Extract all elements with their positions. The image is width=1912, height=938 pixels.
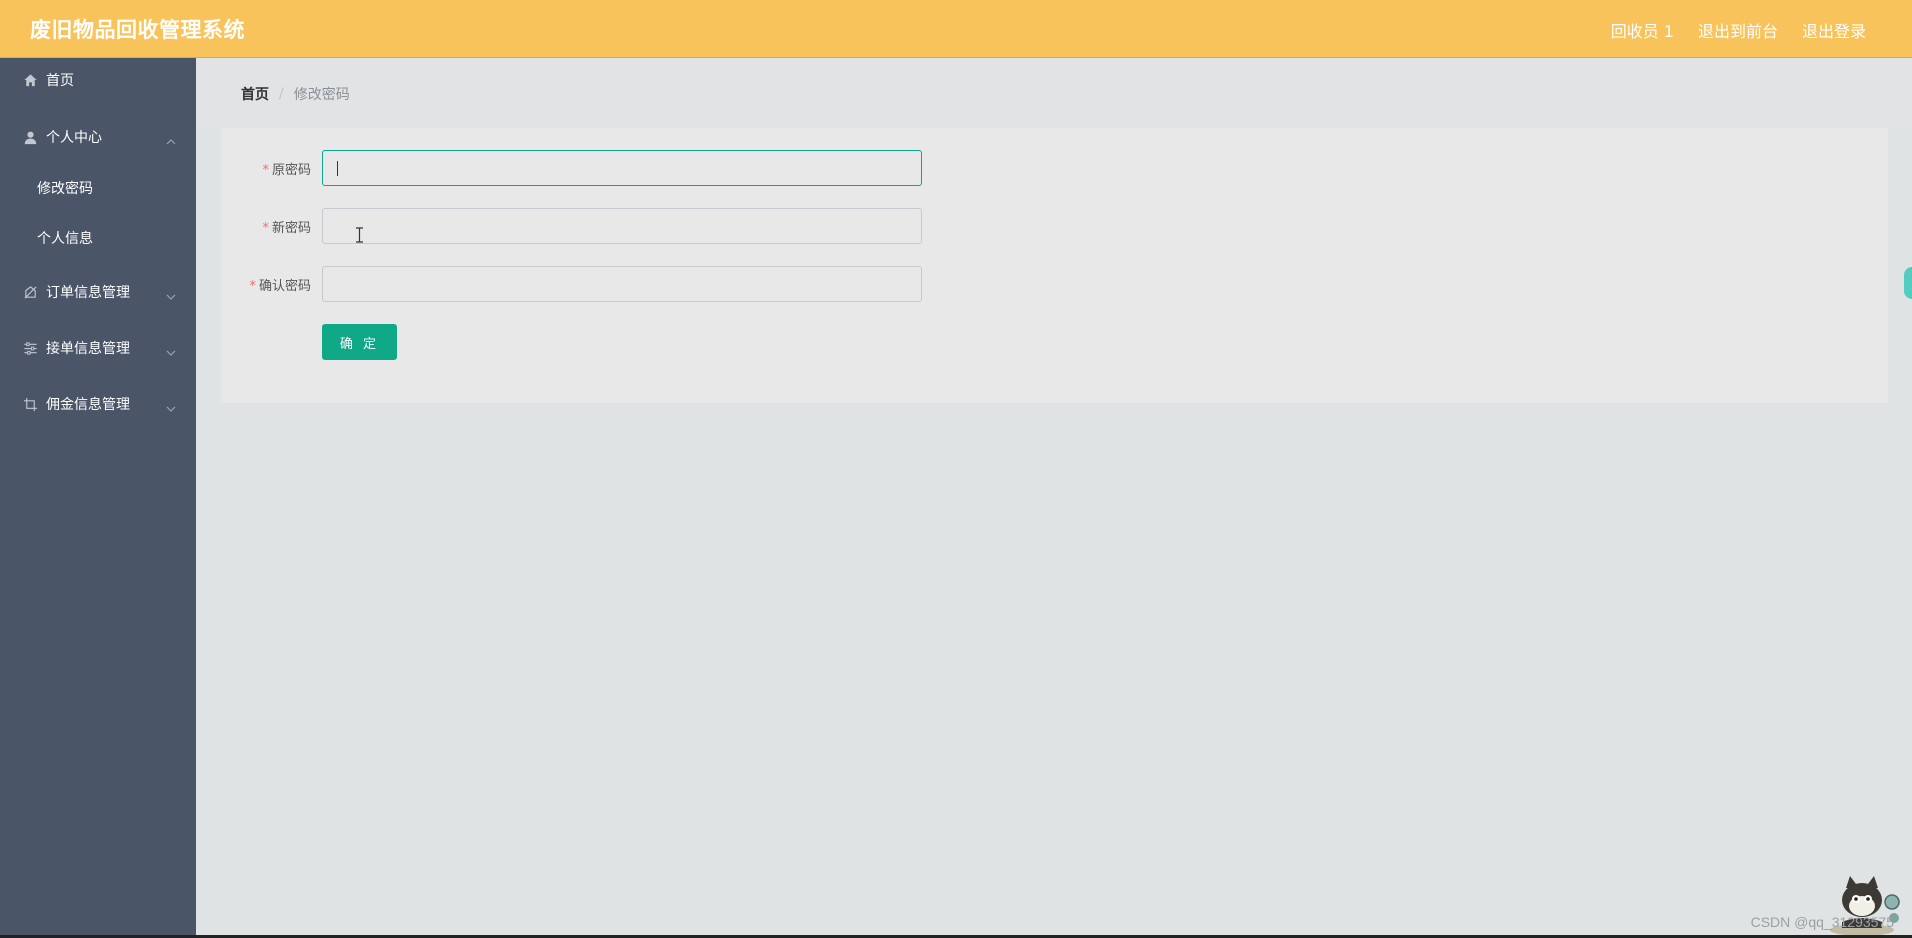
floating-side-tab[interactable] [1904, 267, 1912, 299]
sidebar-subitem-change-password[interactable]: 修改密码 [0, 166, 196, 210]
sliders-icon [22, 340, 38, 356]
chevron-down-icon [166, 343, 176, 356]
confirm-button[interactable]: 确 定 [322, 324, 397, 360]
exit-to-frontend-link[interactable]: 退出到前台 [1698, 18, 1778, 42]
text-cursor-icon [356, 227, 363, 243]
sidebar-item-label: 个人中心 [46, 130, 102, 146]
sidebar-item-order-management[interactable]: 订单信息管理 [0, 270, 196, 314]
text-caret [337, 161, 338, 176]
sidebar-item-label: 首页 [46, 73, 74, 89]
old-password-input[interactable] [322, 150, 922, 186]
home-icon [22, 72, 38, 88]
old-password-row: * 原密码 [221, 150, 922, 186]
new-password-input[interactable] [322, 208, 922, 244]
sidebar-item-label: 接单信息管理 [46, 341, 130, 357]
chevron-up-icon [166, 132, 176, 145]
breadcrumb-current: 修改密码 [293, 87, 350, 103]
header-nav: 回收员 1 退出到前台 退出登录 [1611, 18, 1866, 42]
sidebar-item-home[interactable]: 首页 [0, 58, 196, 102]
sidebar-item-commission-management[interactable]: 佣金信息管理 [0, 382, 196, 426]
sidebar-item-label: 佣金信息管理 [46, 397, 130, 413]
new-password-label: * 新密码 [262, 221, 311, 236]
sidebar-subitem-label: 个人信息 [37, 231, 93, 247]
sidebar: 首页 个人中心 修改密码 个人信息 订单信息管理 接单信息管理 佣金信息管理 [0, 58, 196, 938]
breadcrumb: 首页 / 修改密码 [241, 84, 350, 104]
user-icon [22, 129, 38, 145]
breadcrumb-bar: 首页 / 修改密码 [196, 58, 1912, 128]
sidebar-item-accept-order-management[interactable]: 接单信息管理 [0, 326, 196, 370]
logout-link[interactable]: 退出登录 [1802, 18, 1866, 42]
confirm-password-label: * 确认密码 [249, 279, 311, 294]
crop-icon [22, 396, 38, 412]
breadcrumb-home[interactable]: 首页 [241, 84, 269, 104]
confirm-password-input[interactable] [322, 266, 922, 302]
watermark-text: CSDN @qq_31293575 [1750, 914, 1894, 930]
current-user-link[interactable]: 回收员 1 [1611, 18, 1674, 42]
breadcrumb-separator: / [279, 86, 284, 102]
change-password-form: * 原密码 * 新密码 * 确认密码 确 定 [221, 128, 1888, 403]
sidebar-item-personal-center[interactable]: 个人中心 [0, 115, 196, 159]
new-password-row: * 新密码 [221, 208, 922, 244]
old-password-label: * 原密码 [262, 163, 311, 178]
sidebar-subitem-personal-info[interactable]: 个人信息 [0, 216, 196, 260]
chevron-down-icon [166, 287, 176, 300]
sidebar-item-label: 订单信息管理 [46, 285, 130, 301]
app-title: 废旧物品回收管理系统 [30, 18, 245, 42]
order-icon [22, 284, 38, 300]
top-header: 废旧物品回收管理系统 回收员 1 退出到前台 退出登录 [0, 0, 1912, 58]
sidebar-subitem-label: 修改密码 [37, 181, 93, 197]
chevron-down-icon [166, 399, 176, 412]
confirm-password-row: * 确认密码 [221, 266, 922, 302]
